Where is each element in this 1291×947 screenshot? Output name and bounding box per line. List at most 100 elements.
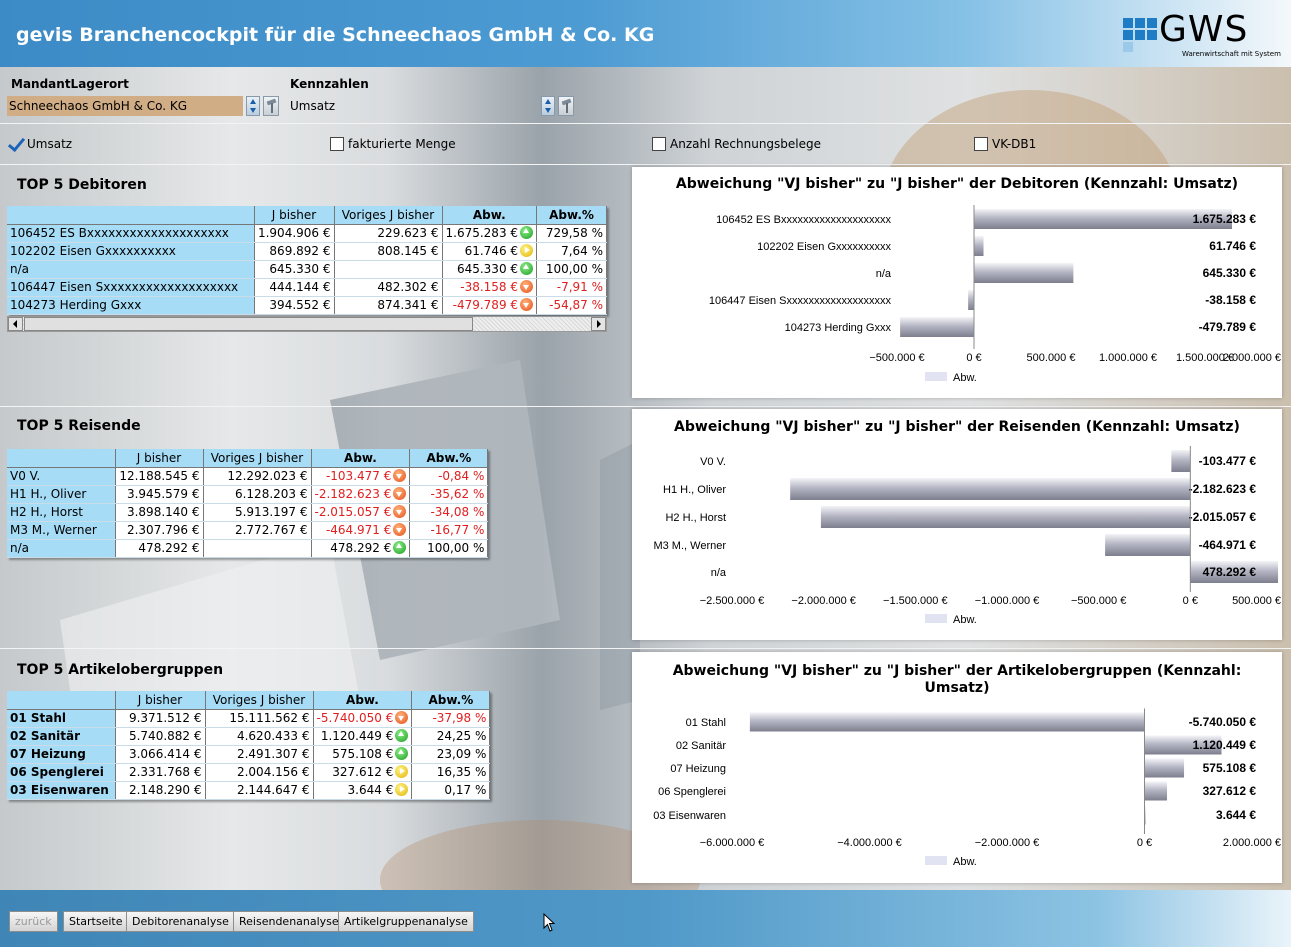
row-name-cell: 01 Stahl bbox=[7, 709, 116, 728]
column-header[interactable]: Voriges J bisher bbox=[334, 206, 443, 225]
vj-bisher-cell: 12.292.023 € bbox=[203, 467, 312, 486]
table-row[interactable]: V0 V. 12.188.545 €12.292.023 € -103.477 € -… bbox=[7, 467, 489, 486]
startseite-button[interactable]: Startseite bbox=[63, 911, 129, 932]
abw-cell: -103.477 € bbox=[311, 467, 411, 486]
kennzahlen-spin-icon[interactable] bbox=[541, 96, 555, 116]
debitoren-table-scrollbar[interactable] bbox=[7, 316, 607, 332]
chart-debitoren: 106452 ES Bxxxxxxxxxxxxxxxxxxxx 1.675.283… bbox=[709, 205, 1281, 384]
table-row[interactable]: 102202 Eisen Gxxxxxxxxxx 869.892 €808.145… bbox=[7, 242, 608, 261]
abw-cell: -2.182.623 € bbox=[311, 485, 411, 504]
column-header[interactable]: J bisher bbox=[254, 206, 335, 225]
chart-bar bbox=[1105, 534, 1191, 556]
j-bisher-cell: 444.144 € bbox=[254, 278, 335, 297]
table-row[interactable]: 104273 Herding Gxxx 394.552 €874.341 € -47… bbox=[7, 296, 608, 315]
column-header[interactable]: Abw. bbox=[311, 449, 411, 468]
footer-bar: zurück Startseite Debitorenanalyse Reise… bbox=[0, 890, 1291, 947]
tick-label: 1.000.000 € bbox=[1099, 352, 1157, 364]
vj-bisher-cell: 2.004.156 € bbox=[205, 763, 314, 782]
column-header[interactable]: Abw.% bbox=[536, 206, 608, 225]
data-label: 478.292 € bbox=[1203, 565, 1257, 579]
abw-percent-cell: -54,87 % bbox=[536, 296, 608, 315]
column-header[interactable]: J bisher bbox=[115, 691, 206, 710]
trend-up-icon bbox=[395, 729, 409, 742]
table-row[interactable]: 106447 Eisen Sxxxxxxxxxxxxxxxxxxx 444.144… bbox=[7, 278, 608, 297]
data-label: 1.675.283 € bbox=[1193, 212, 1257, 226]
table-row[interactable]: M3 M., Werner 2.307.796 €2.772.767 € -464.… bbox=[7, 521, 489, 540]
table-row[interactable]: H2 H., Horst 3.898.140 €5.913.197 € -2.015… bbox=[7, 503, 489, 522]
legend-swatch bbox=[925, 856, 947, 865]
column-header[interactable]: Voriges J bisher bbox=[205, 691, 314, 710]
data-label: -5.740.050 € bbox=[1189, 715, 1257, 729]
table-row[interactable]: 07 Heizung 3.066.414 €2.491.307 €575.108 … bbox=[7, 745, 491, 764]
debitorenanalyse-button[interactable]: Debitorenanalyse bbox=[126, 911, 235, 932]
abw-cell: 327.612 € bbox=[313, 763, 413, 782]
scroll-left-icon[interactable] bbox=[8, 317, 23, 331]
data-label: 575.108 € bbox=[1203, 761, 1257, 775]
category-label: 03 Eisenwaren bbox=[653, 810, 726, 822]
data-label: -2.015.057 € bbox=[1189, 510, 1257, 524]
checkbox-vk-db1[interactable]: VK-DB1 bbox=[974, 137, 1036, 151]
tick-label: −500.000 € bbox=[869, 352, 924, 364]
checkbox-anzahl-rechnungsbelege[interactable]: Anzahl Rechnungsbelege bbox=[652, 137, 821, 151]
data-label: -464.971 € bbox=[1199, 538, 1257, 552]
row-name-cell: V0 V. bbox=[7, 467, 116, 486]
checkbox-umsatz[interactable]: Umsatz bbox=[9, 137, 72, 151]
column-header[interactable] bbox=[7, 206, 255, 225]
kennzahlen-clear-icon[interactable] bbox=[558, 96, 574, 116]
column-header[interactable]: Abw. bbox=[442, 206, 538, 225]
tick-label: −2.000.000 € bbox=[975, 837, 1040, 849]
column-header[interactable]: Abw.% bbox=[409, 449, 489, 468]
table-header-row: J bisher Voriges J bisher Abw. Abw.% bbox=[7, 449, 489, 468]
vj-bisher-cell: 229.623 € bbox=[334, 224, 443, 243]
checkbox-empty-icon bbox=[652, 137, 666, 151]
table-row[interactable]: n/a 478.292 €478.292 €100,00 % bbox=[7, 539, 489, 558]
abw-percent-cell: 100,00 % bbox=[409, 539, 489, 558]
scroll-thumb[interactable] bbox=[24, 317, 473, 331]
back-button[interactable]: zurück bbox=[9, 911, 58, 932]
tick-label: 500.000 € bbox=[1232, 595, 1281, 607]
column-header[interactable]: J bisher bbox=[115, 449, 204, 468]
table-row[interactable]: n/a 645.330 €645.330 €100,00 % bbox=[7, 260, 608, 279]
table-row[interactable]: 03 Eisenwaren 2.148.290 €2.144.647 €3.644… bbox=[7, 781, 491, 800]
vj-bisher-cell: 808.145 € bbox=[334, 242, 443, 261]
checkbox-fakturierte-menge[interactable]: fakturierte Menge bbox=[330, 137, 456, 151]
abw-cell: 1.120.449 € bbox=[313, 727, 413, 746]
column-header[interactable]: Voriges J bisher bbox=[203, 449, 312, 468]
tick-label: −4.000.000 € bbox=[837, 837, 902, 849]
artikelgruppenanalyse-button[interactable]: Artikelgruppenanalyse bbox=[338, 911, 474, 932]
data-label: -2.182.623 € bbox=[1189, 482, 1257, 496]
section-title-reisende: TOP 5 Reisende bbox=[17, 418, 141, 434]
kennzahlen-select[interactable]: Umsatz bbox=[288, 96, 538, 116]
legend-label: Abw. bbox=[953, 856, 977, 868]
table-row[interactable]: 106452 ES Bxxxxxxxxxxxxxxxxxxxx 1.904.906… bbox=[7, 224, 608, 243]
column-header[interactable] bbox=[7, 449, 116, 468]
row-name-cell: 106447 Eisen Sxxxxxxxxxxxxxxxxxxx bbox=[7, 278, 255, 297]
chart-bar bbox=[1144, 781, 1168, 801]
trend-right-icon bbox=[395, 783, 409, 796]
column-header[interactable]: Abw. bbox=[313, 691, 413, 710]
table-row[interactable]: 06 Spenglerei 2.331.768 €2.004.156 €327.6… bbox=[7, 763, 491, 782]
category-label: H1 H., Oliver bbox=[663, 484, 726, 496]
j-bisher-cell: 3.945.579 € bbox=[115, 485, 204, 504]
abw-percent-cell: 729,58 % bbox=[536, 224, 608, 243]
chart-panel-debitoren: Abweichung "VJ bisher" zu "J bisher" der… bbox=[632, 167, 1282, 398]
mandant-select[interactable]: Schneechaos GmbH & Co. KG bbox=[7, 96, 243, 116]
j-bisher-cell: 12.188.545 € bbox=[115, 467, 204, 486]
mandant-clear-icon[interactable] bbox=[263, 96, 279, 116]
column-header[interactable] bbox=[7, 691, 116, 710]
legend-swatch bbox=[925, 372, 947, 381]
column-header[interactable]: Abw.% bbox=[411, 691, 491, 710]
trend-down-icon bbox=[393, 487, 407, 500]
chart-bar bbox=[1171, 450, 1191, 472]
scroll-right-icon[interactable] bbox=[591, 317, 606, 331]
chart-panel-artikelobergruppen: Abweichung "VJ bisher" zu "J bisher" der… bbox=[632, 652, 1282, 883]
chart-bar bbox=[974, 236, 984, 256]
vj-bisher-cell: 2.144.647 € bbox=[205, 781, 314, 800]
mandant-spin-icon[interactable] bbox=[246, 96, 260, 116]
table-row[interactable]: H1 H., Oliver 3.945.579 €6.128.203 € -2.18… bbox=[7, 485, 489, 504]
table-row[interactable]: 01 Stahl 9.371.512 €15.111.562 € -5.740.05… bbox=[7, 709, 491, 728]
legend-label: Abw. bbox=[953, 372, 977, 384]
table-row[interactable]: 02 Sanitär 5.740.882 €4.620.433 €1.120.44… bbox=[7, 727, 491, 746]
reisendenanalyse-button[interactable]: Reisendenanalyse bbox=[233, 911, 345, 932]
j-bisher-cell: 5.740.882 € bbox=[115, 727, 206, 746]
